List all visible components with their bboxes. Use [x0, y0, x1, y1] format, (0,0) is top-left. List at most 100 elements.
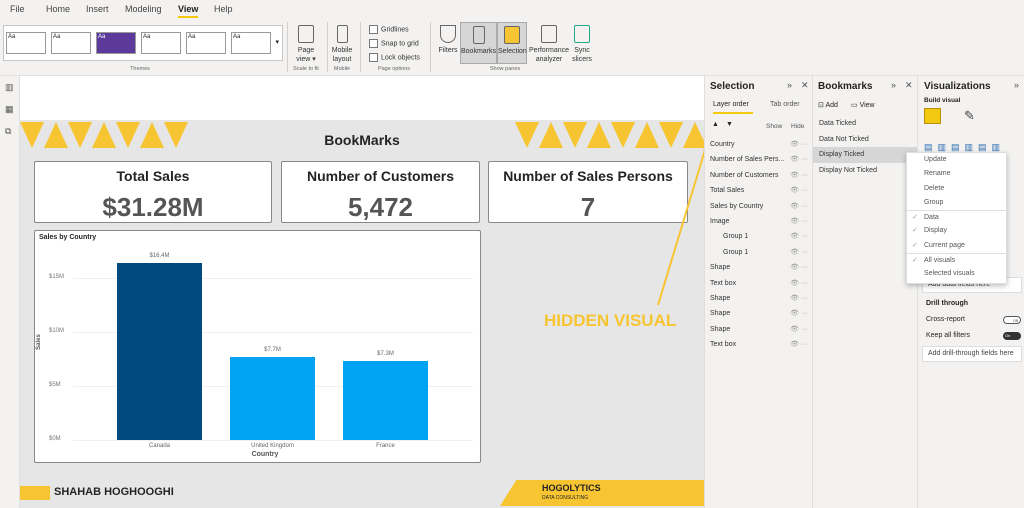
layer-item[interactable]: Sales by Country 👁 ···	[705, 199, 812, 214]
context-menu-item[interactable]: Delete	[907, 182, 1006, 196]
layer-item[interactable]: Group 1 👁 ···	[705, 229, 812, 244]
eye-icon[interactable]: 👁 ···	[790, 245, 808, 260]
theme-2[interactable]: Aa	[51, 32, 91, 54]
menu-insert[interactable]: Insert	[86, 4, 109, 14]
eye-icon[interactable]: 👁 ···	[790, 322, 808, 337]
sales-persons-card[interactable]: Number of Sales Persons 7	[488, 161, 688, 223]
tab-layer-order[interactable]: Layer order	[713, 101, 753, 114]
bookmark-item[interactable]: Data Not Ticked	[813, 132, 917, 148]
context-menu-item[interactable]: Update	[907, 153, 1006, 167]
layer-item[interactable]: Shape 👁 ···	[705, 260, 812, 275]
chevron-down-icon[interactable]: ▾	[275, 38, 279, 46]
page-view-button[interactable]: Page view ▾	[293, 25, 319, 64]
theme-4[interactable]: Aa	[141, 32, 181, 54]
context-menu-item[interactable]: Rename	[907, 167, 1006, 181]
bookmark-item[interactable]: Display Ticked	[813, 147, 917, 163]
model-view-icon[interactable]: ⧉	[5, 126, 11, 137]
layer-item[interactable]: Number of Sales Pers... 👁 ···	[705, 152, 812, 167]
layer-item[interactable]: Group 1 👁 ···	[705, 245, 812, 260]
cross-report-toggle[interactable]: Off	[1003, 316, 1021, 324]
layer-item[interactable]: Country 👁 ···	[705, 137, 812, 152]
selection-button[interactable]: Selection	[497, 22, 527, 64]
context-menu-item[interactable]: Display	[907, 224, 1006, 238]
divider	[430, 22, 431, 72]
eye-icon[interactable]: 👁 ···	[790, 337, 808, 352]
bar[interactable]	[117, 262, 202, 440]
context-menu-item[interactable]: Selected visuals	[907, 267, 1006, 281]
layer-item[interactable]: Shape 👁 ···	[705, 291, 812, 306]
add-drill-through-well[interactable]: Add drill-through fields here	[922, 346, 1022, 362]
layer-item[interactable]: Image 👁 ···	[705, 214, 812, 229]
bookmark-context-menu: UpdateRenameDeleteGroupDataDisplayCurren…	[906, 152, 1007, 284]
total-sales-card[interactable]: Total Sales $31.28M	[34, 161, 272, 223]
bookmark-item[interactable]: Data Ticked	[813, 116, 917, 132]
context-menu-item[interactable]: All visuals	[907, 253, 1006, 268]
eye-icon[interactable]: 👁 ···	[790, 229, 808, 244]
view-bookmark-button[interactable]: ▭ View	[851, 101, 875, 109]
menu-file[interactable]: File	[10, 4, 25, 14]
report-view-icon[interactable]: ▥	[5, 82, 14, 93]
menu-view[interactable]: View	[178, 4, 199, 18]
eye-icon[interactable]: 👁 ···	[790, 199, 808, 214]
layer-item[interactable]: Text box 👁 ···	[705, 276, 812, 291]
layer-item[interactable]: Shape 👁 ···	[705, 322, 812, 337]
data-label: $16.4M	[149, 252, 170, 259]
eye-icon[interactable]: 👁 ···	[790, 214, 808, 229]
eye-icon[interactable]: 👁 ···	[790, 306, 808, 321]
eye-icon[interactable]: 👁 ···	[790, 260, 808, 275]
eye-icon[interactable]: 👁 ···	[790, 183, 808, 198]
close-icon[interactable]: ✕	[801, 80, 809, 91]
layer-item[interactable]: Shape 👁 ···	[705, 306, 812, 321]
menu-modeling[interactable]: Modeling	[125, 4, 162, 14]
mobile-layout-button[interactable]: Mobile layout	[330, 25, 354, 64]
layer-item[interactable]: Total Sales 👁 ···	[705, 183, 812, 198]
filters-button[interactable]: Filters	[436, 25, 460, 55]
bar[interactable]	[230, 356, 315, 440]
eye-icon[interactable]: 👁 ···	[790, 276, 808, 291]
collapse-icon[interactable]: »	[1014, 80, 1019, 90]
sales-by-country-chart[interactable]: Sales by Country Sales Country $0M $5M $10…	[34, 230, 481, 463]
theme-3[interactable]: Aa	[96, 32, 136, 54]
eye-icon[interactable]: 👁 ···	[790, 152, 808, 167]
bookmarks-button[interactable]: Bookmarks	[460, 22, 497, 64]
snap-to-grid-checkbox[interactable]: Snap to grid	[369, 39, 419, 48]
author-name: SHAHAB HOGHOOGHI	[54, 486, 174, 498]
data-view-icon[interactable]: ▦	[5, 104, 14, 115]
move-down-icon[interactable]: ▼	[726, 121, 733, 128]
theme-1[interactable]: Aa	[6, 32, 46, 54]
collapse-icon[interactable]: »	[787, 80, 792, 90]
collapse-icon[interactable]: »	[891, 80, 896, 90]
divider	[287, 22, 288, 72]
menu-help[interactable]: Help	[214, 4, 233, 14]
tab-tab-order[interactable]: Tab order	[770, 101, 800, 108]
lock-objects-checkbox[interactable]: Lock objects	[369, 53, 420, 62]
layer-item[interactable]: Text box 👁 ···	[705, 337, 812, 352]
context-menu-item[interactable]: Data	[907, 210, 1006, 226]
gridlines-checkbox[interactable]: Gridlines	[369, 25, 409, 34]
eye-icon[interactable]: 👁 ···	[790, 291, 808, 306]
menu-home[interactable]: Home	[46, 4, 70, 14]
theme-5[interactable]: Aa	[186, 32, 226, 54]
group-label: Show panes	[489, 66, 521, 72]
bookmark-item[interactable]: Display Not Ticked	[813, 163, 917, 179]
bar[interactable]	[343, 361, 428, 440]
sync-slicers-button[interactable]: Sync slicers	[570, 25, 594, 64]
eye-icon[interactable]: 👁 ···	[790, 168, 808, 183]
keep-filters-toggle[interactable]: On	[1003, 332, 1021, 340]
customers-card[interactable]: Number of Customers 5,472	[281, 161, 480, 223]
context-menu-item[interactable]: Group	[907, 196, 1006, 210]
close-icon[interactable]: ✕	[905, 80, 913, 91]
context-menu-item[interactable]: Current page	[907, 239, 1006, 253]
layer-item[interactable]: Number of Customers 👁 ···	[705, 168, 812, 183]
view-switcher: ▥ ▦ ⧉	[0, 76, 20, 508]
add-bookmark-button[interactable]: ⊡ Add	[818, 101, 838, 109]
format-icon[interactable]: ✎	[964, 108, 975, 124]
eye-icon[interactable]: 👁 ···	[790, 137, 808, 152]
performance-analyzer-button[interactable]: Performance analyzer	[528, 25, 570, 64]
report-title: BookMarks	[324, 132, 400, 148]
theme-6[interactable]: Aa	[231, 32, 271, 54]
mobile-icon	[336, 25, 348, 43]
fields-icon[interactable]	[924, 108, 941, 124]
themes-gallery[interactable]: Aa Aa Aa Aa Aa Aa ▾	[3, 25, 283, 61]
move-up-icon[interactable]: ▲	[712, 121, 719, 128]
